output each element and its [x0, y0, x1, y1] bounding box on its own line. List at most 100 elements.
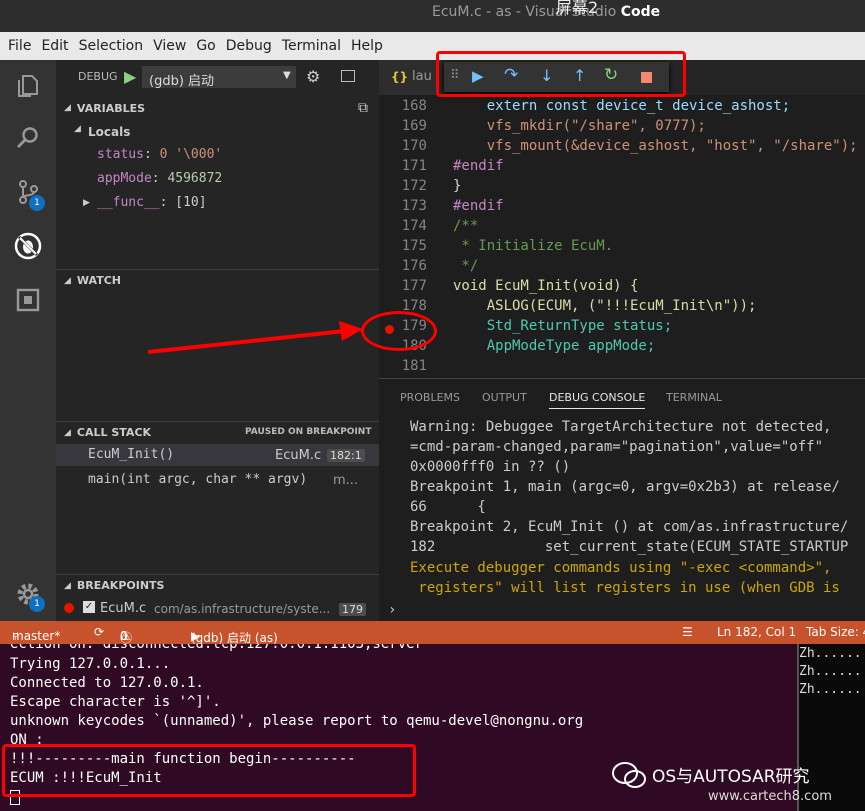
activity-bar: 1 1	[0, 60, 56, 621]
variable-row-appmode[interactable]: appMode: 4596872	[97, 171, 222, 186]
line-number: 171	[401, 158, 427, 174]
breakpoint-file: EcuM.c	[100, 601, 147, 616]
menu-help[interactable]: Help	[351, 38, 383, 54]
search-icon[interactable]	[14, 124, 42, 152]
chevron-right-icon[interactable]: ▶	[83, 198, 90, 208]
code-line: #endif	[453, 158, 504, 174]
code-area[interactable]: 168 169 170 171 172 173 174 175 176 177 …	[379, 98, 865, 378]
code-line: extern const device_t device_ashost;	[453, 98, 791, 114]
debug-console-toggle-icon[interactable]	[341, 70, 355, 82]
chevron-down-icon: ◢	[64, 580, 71, 591]
paused-state-label: PAUSED ON BREAKPOINT	[245, 427, 372, 437]
breakpoint-dot-icon	[64, 603, 74, 613]
breakpoints-header[interactable]: ◢ BREAKPOINTS	[56, 574, 379, 596]
bottom-panel: PROBLEMS OUTPUT DEBUG CONSOLE TERMINAL W…	[379, 378, 865, 621]
tab-size[interactable]: Tab Size: 4	[806, 625, 865, 639]
terminal-line: Zh......	[799, 664, 862, 679]
call-stack-frame-selected[interactable]: EcuM_Init() EcuM.c 182:1	[56, 444, 379, 466]
chevron-down-icon: ◢	[64, 275, 71, 286]
terminal-line: Connected to 127.0.0.1.	[10, 675, 204, 691]
line-number: 176	[401, 258, 427, 274]
menu-selection[interactable]: Selection	[79, 38, 144, 54]
menu-terminal[interactable]: Terminal	[282, 38, 341, 54]
console-prompt[interactable]: ›	[388, 602, 396, 618]
watermark: OS与AUTOSAR研究 www.cartech8.com	[608, 758, 858, 808]
line-number: 174	[401, 218, 427, 234]
frame-position-badge: 182:1	[327, 449, 365, 462]
console-line: Breakpoint 1, main (argc=0, argv=0x2b3) …	[410, 479, 840, 495]
menu-file[interactable]: File	[8, 38, 31, 54]
frame-file: EcuM.c	[275, 448, 322, 463]
collapse-all-icon[interactable]: ⧉	[358, 100, 368, 116]
code-line: #endif	[453, 198, 504, 214]
code-line: vfs_mkdir("/share", 0777);	[453, 118, 706, 134]
console-line: 182 set_current_state(ECUM_STATE_STARTUP	[410, 539, 849, 555]
code-line: void EcuM_Init(void) {	[453, 278, 639, 294]
breakpoint-line-badge: 179	[339, 603, 366, 616]
debug-label: DEBUG	[78, 70, 118, 83]
explorer-icon[interactable]	[14, 72, 42, 100]
code-line: vfs_mount(&device_ashost, "host", "/shar…	[453, 138, 858, 154]
chevron-down-icon[interactable]: ◢	[74, 124, 81, 134]
menu-view[interactable]: View	[153, 38, 186, 54]
annotation-box-debug-toolbar	[436, 51, 686, 97]
debug-config-select[interactable]: (gdb) 启动 ▼	[142, 66, 296, 89]
debug-settings-gear-icon[interactable]: ⚙	[306, 67, 320, 86]
watch-header[interactable]: ◢ WATCH	[56, 269, 379, 291]
menu-go[interactable]: Go	[196, 38, 215, 54]
code-line: Std_ReturnType status;	[453, 318, 673, 334]
line-number: 175	[401, 238, 427, 254]
annotation-circle-breakpoint	[361, 311, 437, 351]
breakpoint-path: com/as.infrastructure/syste...	[154, 602, 331, 616]
menu-bar: File Edit Selection View Go Debug Termin…	[0, 32, 865, 60]
sync-icon[interactable]: ⟳	[94, 625, 104, 639]
line-number: 169	[401, 118, 427, 134]
line-number: 172	[401, 178, 427, 194]
console-line: Warning: Debuggee TargetArchitecture not…	[410, 419, 840, 435]
terminal-line: Zh......	[799, 646, 862, 661]
code-line: }	[453, 178, 462, 194]
variable-row-status[interactable]: status: 0 '\000'	[97, 147, 222, 162]
menu-debug[interactable]: Debug	[226, 38, 272, 54]
code-line: */	[453, 258, 479, 274]
variable-row-func[interactable]: __func__: [10]	[97, 195, 207, 210]
code-line: * Initialize EcuM.	[453, 238, 614, 254]
line-number: 168	[401, 98, 427, 114]
line-number: 177	[401, 278, 427, 294]
terminal-line: Trying 127.0.0.1...	[10, 656, 171, 672]
chevron-down-icon: ◢	[64, 427, 71, 438]
tab-output[interactable]: OUTPUT	[482, 391, 527, 404]
code-line: ASLOG(ECUM, ("!!!EcuM_Init\n"));	[453, 298, 757, 314]
start-debug-icon[interactable]: ▶	[124, 67, 136, 86]
terminal-line: Escape character is '^]'.	[10, 694, 221, 710]
code-editor[interactable]: {} lau ⠿ ▶︎ ↷ ↓ ↑ ↻ 168 169 170 171 172 …	[379, 60, 865, 378]
cursor-position[interactable]: Ln 182, Col 1	[717, 625, 796, 639]
chevron-down-icon: ▼	[283, 70, 291, 81]
watermark-url: www.cartech8.com	[708, 789, 832, 804]
window-title: EcuM.c - as - Visual Studio Code	[432, 4, 661, 20]
code-line: /**	[453, 218, 479, 234]
overlay-text: 屏幕2	[556, 0, 599, 17]
wechat-logo-icon	[612, 762, 646, 788]
console-line: 66 {	[410, 499, 486, 515]
variables-header[interactable]: ◢ VARIABLES	[56, 97, 379, 119]
database-icon[interactable]: ☰	[682, 625, 693, 639]
editor-tab[interactable]: {} lau	[379, 60, 441, 95]
locals-scope[interactable]: Locals	[88, 125, 130, 139]
debug-icon[interactable]	[14, 232, 42, 260]
menu-edit[interactable]: Edit	[41, 38, 68, 54]
frame-name[interactable]: main(int argc, char ** argv)	[88, 472, 307, 487]
tab-terminal[interactable]: TERMINAL	[666, 391, 722, 404]
console-line: Execute debugger commands using "-exec <…	[410, 560, 840, 576]
line-number: 173	[401, 198, 427, 214]
tab-debug-console[interactable]: DEBUG CONSOLE	[549, 391, 646, 409]
tab-problems[interactable]: PROBLEMS	[400, 391, 460, 404]
line-number: 170	[401, 138, 427, 154]
annotation-box-terminal-output	[2, 744, 416, 797]
editor-tab-label: lau	[412, 69, 432, 84]
terminal-line: ection on: disconnected:tcp:127.0.0.1:11…	[10, 644, 424, 652]
line-number: 181	[401, 358, 427, 374]
breakpoint-item[interactable]: ✓ EcuM.c com/as.infrastructure/syste... …	[56, 598, 379, 620]
checkbox-checked-icon[interactable]: ✓	[83, 601, 95, 613]
extensions-icon[interactable]	[14, 286, 42, 314]
